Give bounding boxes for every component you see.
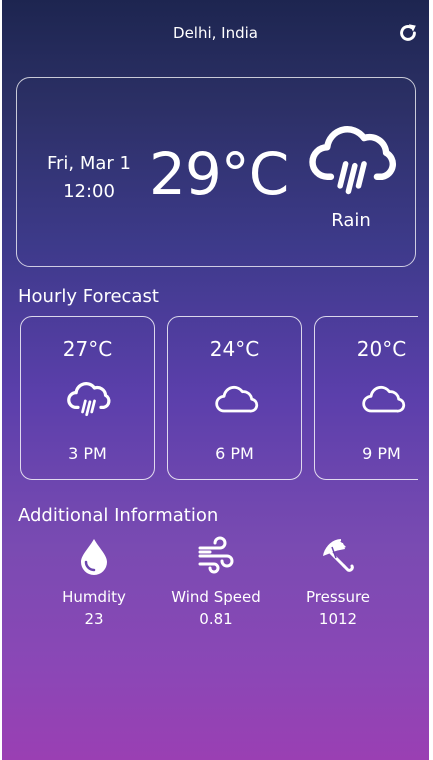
current-date: Fri, Mar 1 <box>46 153 132 174</box>
humidity-value: 23 <box>84 610 104 628</box>
cloud-icon <box>215 385 259 413</box>
hourly-forecast-list[interactable]: 27°C 3 PM 24°C 6 PM 20°C 9 PM <box>20 316 418 484</box>
cloud-rain-icon <box>309 126 397 195</box>
hourly-temperature: 20°C <box>356 337 407 361</box>
pressure-label: Pressure <box>305 588 371 606</box>
hourly-time: 3 PM <box>68 444 107 463</box>
hourly-card[interactable]: 20°C 9 PM <box>314 316 418 480</box>
refresh-icon[interactable] <box>397 22 419 44</box>
wind-icon <box>198 536 234 574</box>
current-temperature: 29°C <box>149 140 289 208</box>
hourly-card[interactable]: 27°C 3 PM <box>20 316 155 480</box>
current-datetime: Fri, Mar 1 12:00 <box>44 150 134 206</box>
hourly-temperature: 27°C <box>62 337 113 361</box>
humidity-info: Humdity 23 <box>39 536 149 628</box>
humidity-label: Humdity <box>62 588 126 606</box>
pressure-value: 1012 <box>318 610 358 628</box>
water-drop-icon <box>81 539 107 575</box>
wind-speed-label: Wind Speed <box>171 588 261 606</box>
pressure-info: Pressure 1012 <box>283 536 393 628</box>
hourly-temperature: 24°C <box>209 337 260 361</box>
hourly-time: 6 PM <box>215 444 254 463</box>
location-label: Delhi, India <box>173 24 258 42</box>
cloud-rain-icon <box>67 382 111 417</box>
current-weather-card: Fri, Mar 1 12:00 29°C Rain <box>16 77 416 267</box>
umbrella-icon <box>323 539 354 572</box>
wind-speed-info: Wind Speed 0.81 <box>161 536 271 628</box>
current-time: 12:00 <box>63 181 115 202</box>
hourly-card[interactable]: 24°C 6 PM <box>167 316 302 480</box>
cloud-icon <box>362 385 406 413</box>
header: Delhi, India <box>2 0 429 64</box>
hourly-forecast-title: Hourly Forecast <box>18 286 159 307</box>
current-condition: Rain <box>331 210 371 231</box>
weather-app: Delhi, India Fri, Mar 1 12:00 29°C Rain … <box>2 0 429 760</box>
additional-info-title: Additional Information <box>18 505 219 526</box>
wind-speed-value: 0.81 <box>199 610 233 628</box>
hourly-time: 9 PM <box>362 444 401 463</box>
